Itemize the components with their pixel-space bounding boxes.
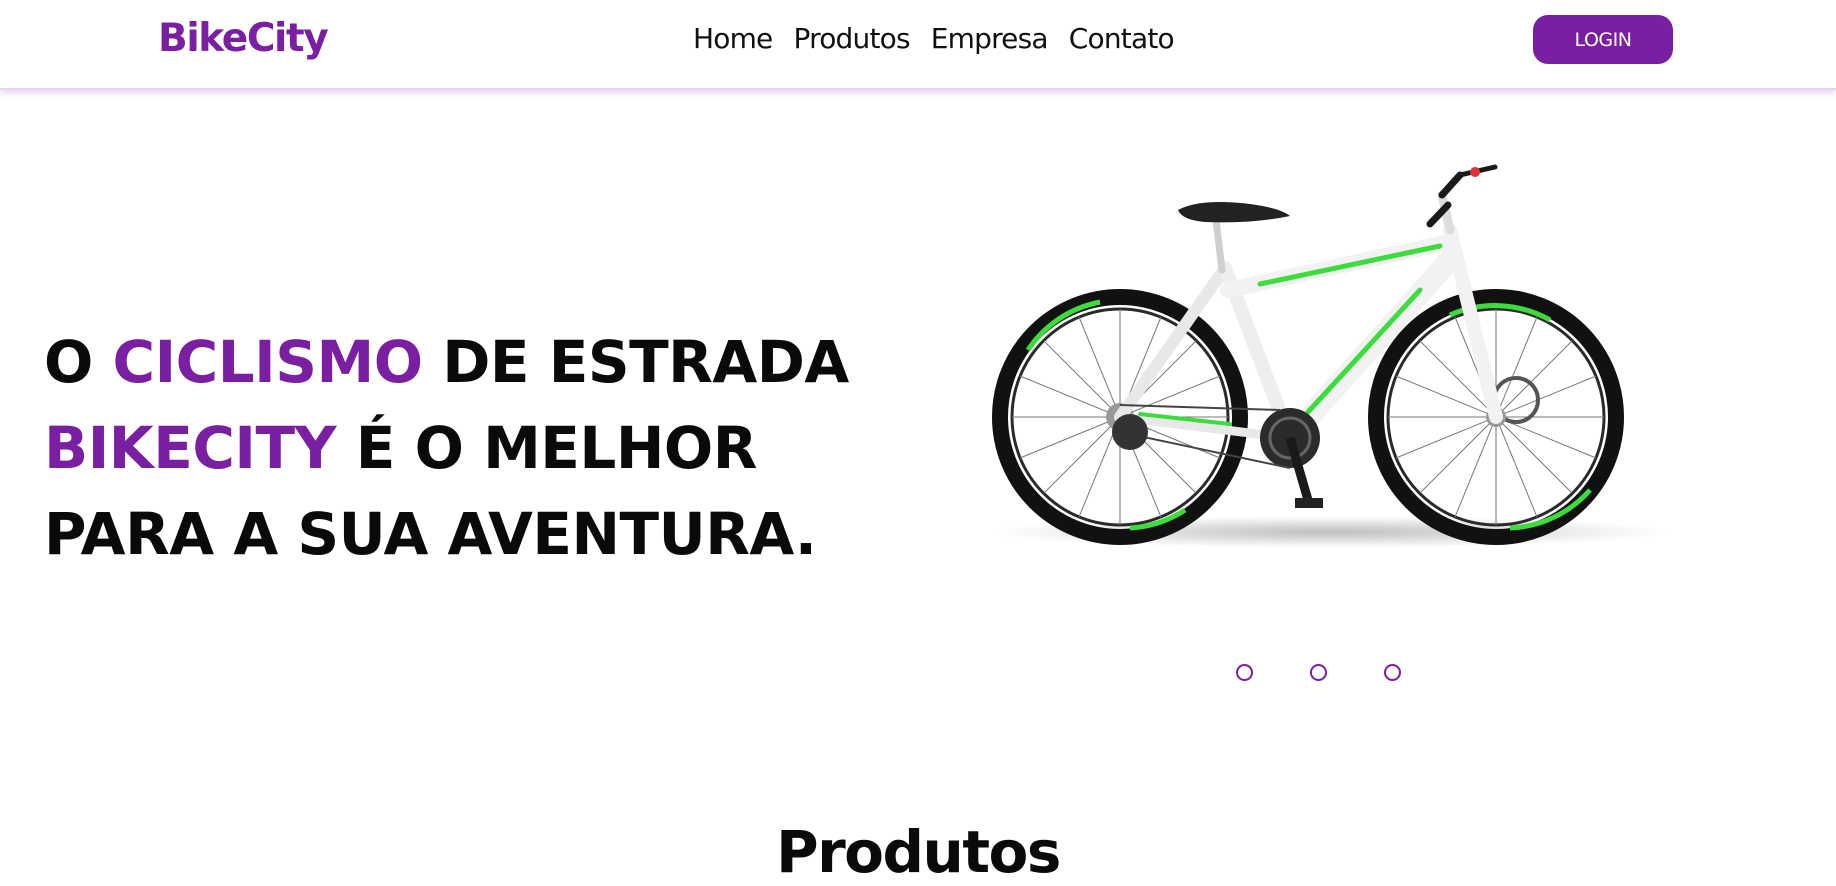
bike-image xyxy=(990,164,1670,548)
carousel-dot-3[interactable] xyxy=(1384,664,1401,681)
nav-link-contato[interactable]: Contato xyxy=(1069,22,1175,55)
hero-line-2: BIKECITY É O MELHOR xyxy=(44,405,849,491)
nav-link-produtos[interactable]: Produtos xyxy=(794,22,911,55)
hero-word-ciclismo: CICLISMO xyxy=(112,327,424,396)
bike-seat xyxy=(1178,202,1290,223)
carousel-dots xyxy=(1236,664,1401,681)
hero-line-3: PARA A SUA AVENTURA. xyxy=(44,499,817,568)
brand-logo[interactable]: BikeCity xyxy=(158,16,329,61)
hero-headline: O CICLISMO DE ESTRADA BIKECITY É O MELHO… xyxy=(44,319,849,577)
nav-link-home[interactable]: Home xyxy=(693,22,773,55)
hero-words-de-estrada: DE ESTRADA xyxy=(442,327,849,396)
carousel-dot-1[interactable] xyxy=(1236,664,1253,681)
nav-link-empresa[interactable]: Empresa xyxy=(931,22,1049,55)
hero-word-o: O xyxy=(44,327,93,396)
hero-words-e-o-melhor: É O MELHOR xyxy=(355,413,758,482)
bike-handlebar xyxy=(1426,164,1498,228)
login-button[interactable]: LOGIN xyxy=(1533,15,1673,64)
hero-word-bikecity: BIKECITY xyxy=(44,413,337,482)
hero-line-1: O CICLISMO DE ESTRADA xyxy=(44,319,849,405)
nav-menu: Home Produtos Empresa Contato xyxy=(693,22,1175,55)
navbar: BikeCity Home Produtos Empresa Contato L… xyxy=(0,0,1836,90)
carousel-dot-2[interactable] xyxy=(1310,664,1327,681)
section-title-produtos: Produtos xyxy=(776,818,1061,886)
